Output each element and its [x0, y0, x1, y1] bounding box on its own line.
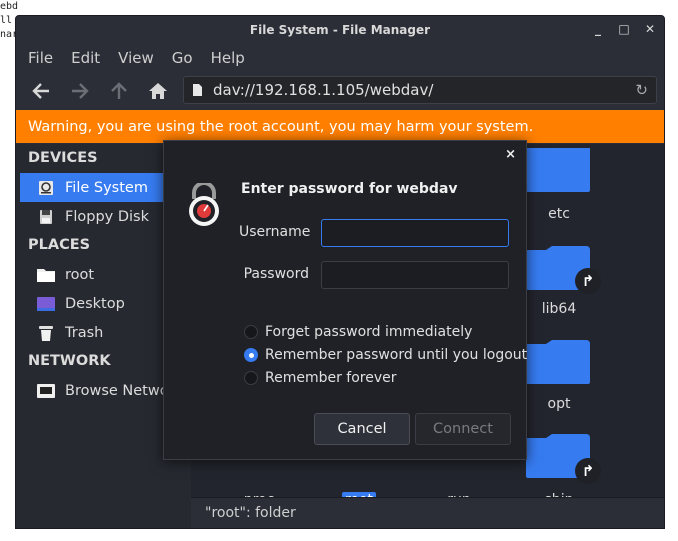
folder-icon[interactable] — [526, 340, 590, 384]
up-button[interactable] — [106, 78, 132, 104]
radio-label: Remember forever — [265, 370, 397, 386]
dialog-close-button[interactable]: × — [505, 147, 516, 162]
menu-view[interactable]: View — [118, 49, 154, 67]
status-text: "root": folder — [205, 505, 296, 521]
radio-remember-forever[interactable]: Remember forever — [244, 370, 397, 386]
drive-icon — [36, 179, 56, 197]
warning-text: Warning, you are using the root account,… — [28, 118, 534, 135]
network-icon — [36, 382, 56, 400]
cancel-button[interactable]: Cancel — [314, 413, 410, 445]
desktop-icon — [36, 295, 56, 313]
sidebar-item-label: Desktop — [65, 295, 125, 312]
trash-icon — [36, 324, 56, 342]
password-label: Password — [243, 266, 309, 282]
file-label[interactable]: etc — [529, 206, 589, 222]
reload-icon[interactable]: ↻ — [635, 81, 648, 99]
folder-icon[interactable] — [526, 148, 590, 192]
menu-file[interactable]: File — [28, 49, 53, 67]
sidebar-item-label: Trash — [65, 324, 104, 341]
maximize-button[interactable]: □ — [618, 22, 630, 36]
arrow-up-icon — [111, 82, 127, 99]
username-field[interactable] — [321, 219, 509, 247]
radio-forget-immediately[interactable]: Forget password immediately — [244, 324, 472, 340]
home-button[interactable] — [145, 78, 171, 104]
symlink-icon: ↱ — [575, 268, 601, 294]
minimize-button[interactable]: _ — [592, 22, 604, 36]
password-dialog: × Enter password for webdav Username Pas… — [163, 140, 527, 460]
close-button[interactable]: ✕ — [644, 22, 656, 36]
address-text: dav://192.168.1.105/webdav/ — [213, 81, 434, 99]
arrow-right-icon — [72, 83, 89, 99]
menu-edit[interactable]: Edit — [71, 49, 100, 67]
root-warning-bar: Warning, you are using the root account,… — [16, 110, 664, 143]
radio-button-selected[interactable] — [244, 348, 258, 362]
menu-go[interactable]: Go — [172, 49, 193, 67]
file-label[interactable]: lib64 — [529, 301, 589, 317]
sidebar-item-label: File System — [65, 179, 148, 196]
radio-button[interactable] — [244, 371, 258, 385]
radio-remember-until-logout[interactable]: Remember password until you logout — [244, 347, 527, 363]
menu-help[interactable]: Help — [211, 49, 245, 67]
connect-button[interactable]: Connect — [415, 413, 511, 445]
radio-label: Remember password until you logout — [265, 347, 528, 363]
terminal-line: ebd — [0, 1, 19, 12]
username-label: Username — [239, 224, 311, 240]
floppy-icon — [36, 208, 56, 226]
document-icon — [193, 84, 202, 96]
arrow-left-icon — [32, 83, 49, 99]
home-icon — [149, 83, 167, 99]
sidebar-item-label: Floppy Disk — [65, 208, 149, 225]
dialog-title: Enter password for webdav — [241, 181, 458, 197]
folder-icon — [36, 266, 56, 284]
forward-button[interactable] — [67, 78, 93, 104]
file-label[interactable]: opt — [529, 396, 589, 412]
back-button[interactable] — [28, 78, 54, 104]
radio-button[interactable] — [244, 325, 258, 339]
title-bar[interactable]: File System - File Manager _ □ ✕ — [16, 16, 664, 44]
toolbar: dav://192.168.1.105/webdav/ ↻ — [16, 74, 664, 108]
radio-label: Forget password immediately — [265, 324, 473, 340]
symlink-icon: ↱ — [575, 458, 601, 484]
window-title: File System - File Manager — [249, 23, 431, 37]
status-bar: "root": folder — [191, 497, 664, 528]
address-bar[interactable]: dav://192.168.1.105/webdav/ ↻ — [183, 76, 657, 104]
password-field[interactable] — [321, 261, 509, 289]
password-lock-icon — [189, 183, 219, 226]
menu-bar: File Edit View Go Help — [16, 44, 664, 72]
sidebar-item-label: root — [65, 266, 95, 283]
